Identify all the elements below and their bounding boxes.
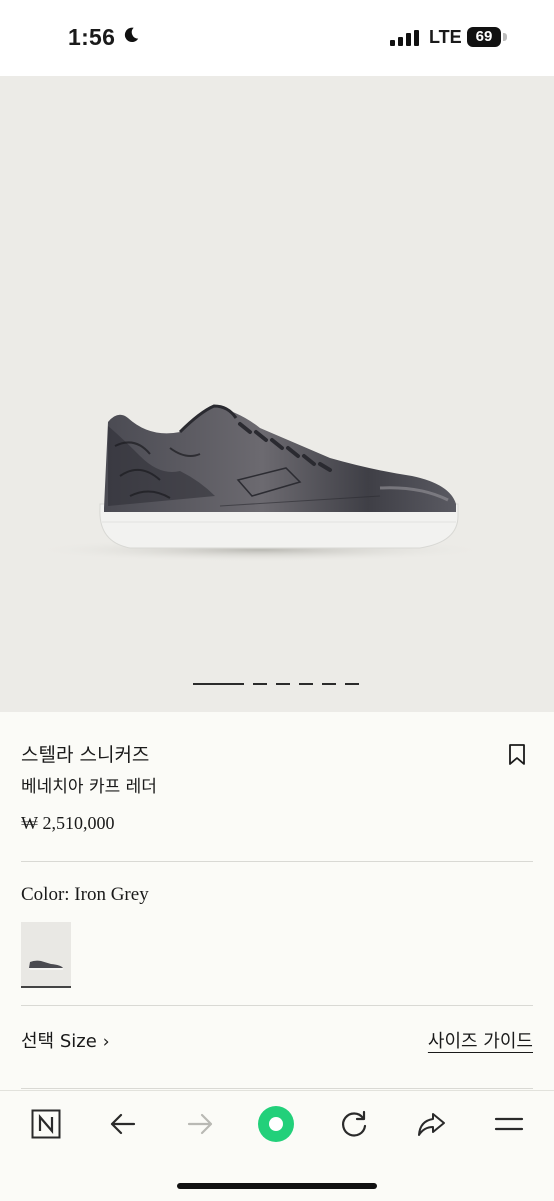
battery-icon: 69 <box>467 27 501 47</box>
product-price: ₩ 2,510,000 <box>21 813 115 833</box>
divider <box>21 1005 533 1006</box>
signal-icon <box>390 30 419 46</box>
color-swatch-iron-grey[interactable] <box>21 922 71 988</box>
gallery-dot-active[interactable] <box>193 683 244 685</box>
moon-icon <box>124 27 139 43</box>
battery-tip <box>503 33 507 41</box>
size-guide-link[interactable]: 사이즈 가이드 <box>428 1027 533 1053</box>
divider <box>21 1088 533 1089</box>
share-icon[interactable] <box>416 1109 446 1139</box>
network-label: LTE <box>429 27 462 47</box>
gallery-dot[interactable] <box>299 683 313 685</box>
color-label: Color: Iron Grey <box>21 884 149 905</box>
forward-arrow-icon[interactable] <box>185 1109 215 1139</box>
status-time: 1:56 <box>68 24 116 50</box>
n-logo-icon[interactable] <box>31 1109 61 1139</box>
product-name: 스텔라 스니커즈 <box>21 744 150 766</box>
status-bar: 1:56 LTE 69 <box>0 0 554 76</box>
gallery-dot[interactable] <box>253 683 267 685</box>
product-image-gallery[interactable] <box>0 76 554 712</box>
size-select-label: 선택 Size <box>21 1031 97 1052</box>
chevron-right-icon: › <box>102 1032 110 1052</box>
menu-icon[interactable] <box>494 1109 524 1139</box>
refresh-icon[interactable] <box>339 1109 369 1139</box>
product-material: 베네치아 카프 레더 <box>21 777 157 797</box>
swatch-sneaker-icon <box>29 960 63 970</box>
size-select-button[interactable]: 선택 Size › <box>21 1027 110 1053</box>
gallery-pagination[interactable] <box>193 683 359 685</box>
sneaker-image <box>30 404 490 562</box>
gallery-dot[interactable] <box>322 683 336 685</box>
green-dot-icon[interactable] <box>257 1105 295 1143</box>
bookmark-icon[interactable] <box>508 744 526 766</box>
home-indicator <box>177 1183 377 1189</box>
gallery-dot[interactable] <box>345 683 359 685</box>
back-arrow-icon[interactable] <box>108 1109 138 1139</box>
divider <box>21 861 533 862</box>
gallery-dot[interactable] <box>276 683 290 685</box>
